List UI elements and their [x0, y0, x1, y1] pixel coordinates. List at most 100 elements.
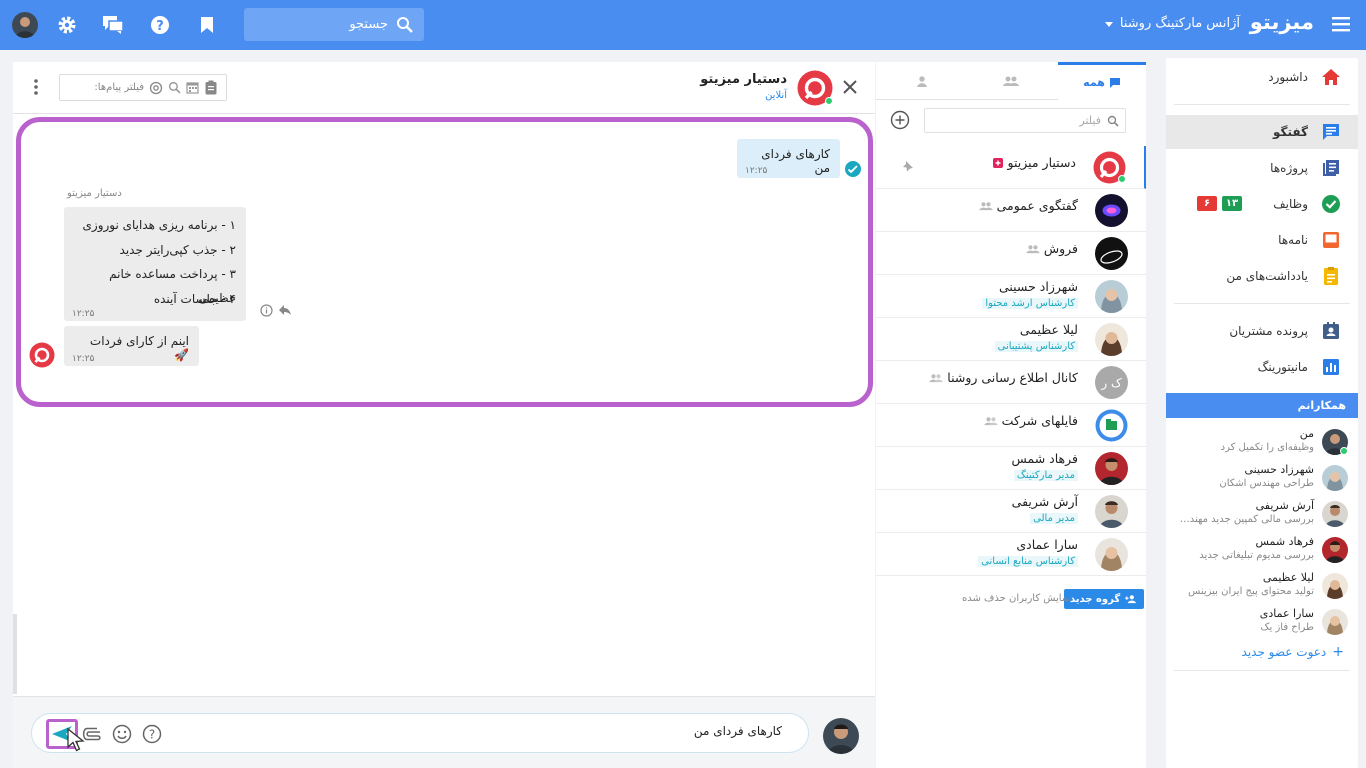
message-input-box[interactable]: ?	[31, 713, 809, 753]
caret-down-icon	[1104, 21, 1113, 27]
role-tag: مدیر مارکتینگ	[1013, 470, 1078, 481]
nav-label: یادداشت‌های من	[1226, 269, 1308, 283]
workspace-selector[interactable]: آژانس مارکتینگ روشنا	[1104, 16, 1240, 31]
conversation-name: لیلا عظیمی	[1020, 322, 1078, 337]
nav-item-chat[interactable]: گفتگو	[1166, 115, 1358, 149]
group-icon	[1026, 244, 1040, 253]
scrollbar[interactable]	[13, 614, 17, 694]
avatar	[1322, 501, 1348, 527]
settings-icon[interactable]	[53, 11, 81, 39]
add-conversation-icon[interactable]	[890, 110, 910, 130]
svg-text:?: ?	[149, 728, 155, 742]
nav-item-monitoring[interactable]: مانیتورینگ	[1166, 350, 1358, 384]
nav-item-dashboard[interactable]: داشبورد	[1166, 60, 1358, 94]
message-filter[interactable]	[59, 74, 227, 101]
show-deleted-users-link[interactable]: نمایش کاربران حذف شده	[962, 593, 1070, 604]
invite-label: دعوت عضو جدید	[1241, 645, 1327, 659]
outgoing-message[interactable]: کارهای فردای من ۱۲:۲۵	[737, 139, 840, 178]
conversation-item[interactable]: گفتگوی عمومی	[876, 189, 1146, 232]
conversation-item[interactable]: آرش شریفی مدیر مالی	[876, 490, 1146, 533]
conversation-name: کانال اطلاع رسانی روشنا	[929, 370, 1078, 385]
colleague-item[interactable]: لیلا عظیمی تولید محتوای پیج ایران بیزینس	[1166, 568, 1358, 604]
message-composer: ?	[13, 696, 875, 768]
conversation-filter-input[interactable]	[931, 114, 1101, 127]
reply-icon[interactable]	[278, 304, 292, 316]
colleague-item[interactable]: من وظیفه‌ای را تکمیل کرد	[1166, 424, 1358, 460]
group-icon	[984, 416, 998, 425]
nav-item-tasks[interactable]: وظایف ۱۳ ۶	[1166, 187, 1358, 221]
nav-label: پروژه‌ها	[1270, 161, 1308, 175]
conversation-item[interactable]: لیلا عظیمی کارشناس پشتیبانی	[876, 318, 1146, 361]
close-icon[interactable]	[839, 76, 861, 98]
colleague-activity: تولید محتوای پیج ایران بیزینس	[1188, 586, 1314, 597]
group-icon	[1003, 76, 1019, 86]
colleague-item[interactable]: شهرزاد حسینی طراحی مهندس اشکان	[1166, 460, 1358, 496]
colleague-name: لیلا عظیمی	[1262, 571, 1314, 584]
message-line: ۲ - جذب کپی‌رایتر جدید	[119, 242, 236, 257]
brand-logo[interactable]: میزیتو	[1250, 10, 1314, 34]
nav-item-projects[interactable]: پروژه‌ها	[1166, 151, 1358, 185]
chat-title: دستیار میزیتو	[700, 72, 787, 87]
incoming-message[interactable]: ۱ - برنامه ریزی هدایای نوروزی ۲ - جذب کپ…	[64, 207, 246, 321]
colleague-item[interactable]: فرهاد شمس بررسی مدیوم تبلیغاتی جدید	[1166, 532, 1358, 568]
colleague-name: آرش شریفی	[1255, 499, 1314, 512]
group-icon	[978, 201, 993, 210]
nav-item-notes[interactable]: یادداشت‌های من	[1166, 259, 1358, 293]
tab-groups[interactable]	[967, 62, 1055, 100]
search-icon[interactable]	[168, 81, 181, 94]
conversation-item[interactable]: ک ر کانال اطلاع رسانی روشنا	[876, 361, 1146, 404]
colleague-name: سارا عمادی	[1259, 607, 1314, 620]
search-box[interactable]	[244, 8, 424, 41]
avatar-initials: ک ر	[1101, 375, 1122, 390]
help-icon[interactable]: ?	[141, 723, 163, 745]
conversation-item[interactable]: شهرزاد حسینی کارشناس ارشد محتوا	[876, 275, 1146, 318]
conversation-item[interactable]: فرهاد شمس مدیر مارکتینگ	[876, 447, 1146, 490]
tab-private[interactable]	[878, 62, 966, 100]
nav-item-letters[interactable]: نامه‌ها	[1166, 223, 1358, 257]
conversation-name: شهرزاد حسینی	[999, 279, 1078, 294]
help-icon[interactable]: ?	[146, 11, 174, 39]
conversation-item[interactable]: فایلهای شرکت	[876, 404, 1146, 447]
menu-icon[interactable]	[1330, 13, 1352, 35]
avatar	[823, 718, 859, 754]
conversation-filter[interactable]	[924, 108, 1126, 133]
colleague-activity: طراحی مهندس اشکان	[1219, 478, 1314, 489]
message-input[interactable]	[222, 724, 782, 738]
name-text: آرش شریفی	[1011, 494, 1078, 509]
bookmark-icon[interactable]	[193, 11, 221, 39]
chat-status: آنلاین	[765, 90, 787, 101]
chat-icon	[1320, 121, 1342, 143]
mention-icon[interactable]	[149, 81, 163, 95]
colleague-item[interactable]: آرش شریفی بررسی مالی کمپین جدید مهندس ز.…	[1166, 496, 1358, 532]
conversation-item[interactable]: فروش	[876, 232, 1146, 275]
name-text: فایلهای شرکت	[1001, 413, 1078, 428]
incoming-message[interactable]: اینم از کارای فردات 🚀 ۱۲:۲۵	[64, 326, 199, 366]
calendar-icon[interactable]	[186, 81, 199, 94]
avatar	[1095, 237, 1128, 270]
search-input[interactable]	[254, 17, 388, 32]
colleague-activity: وظیفه‌ای را تکمیل کرد	[1220, 442, 1314, 453]
conversation-item[interactable]: سارا عمادی کارشناس منابع انسانی	[876, 533, 1146, 576]
search-icon	[1107, 115, 1119, 127]
online-indicator	[1340, 447, 1348, 455]
clipboard-icon[interactable]	[204, 80, 218, 95]
colleague-name: شهرزاد حسینی	[1244, 463, 1314, 476]
avatar	[1095, 194, 1128, 227]
messages-icon[interactable]	[99, 11, 127, 39]
nav-item-customer-files[interactable]: پرونده مشتریان	[1166, 314, 1358, 348]
new-group-button[interactable]: گروه جدید	[1064, 589, 1145, 609]
svg-text:?: ?	[156, 19, 164, 34]
user-avatar[interactable]	[12, 12, 38, 38]
emoji-icon[interactable]	[111, 723, 133, 745]
tab-label: همه	[1083, 76, 1105, 89]
avatar	[1322, 537, 1348, 563]
message-filter-input[interactable]	[74, 82, 144, 93]
invite-member-link[interactable]: + دعوت عضو جدید	[1242, 644, 1344, 660]
conversation-name: فایلهای شرکت	[984, 413, 1078, 428]
conversation-item[interactable]: دستیار میزیتو	[876, 146, 1146, 189]
more-options-icon[interactable]	[29, 77, 43, 97]
info-icon[interactable]	[260, 303, 273, 317]
colleague-item[interactable]: سارا عمادی طراح فاز یک	[1166, 604, 1358, 640]
pin-icon[interactable]	[902, 160, 914, 172]
tab-all[interactable]: همه	[1058, 62, 1146, 100]
